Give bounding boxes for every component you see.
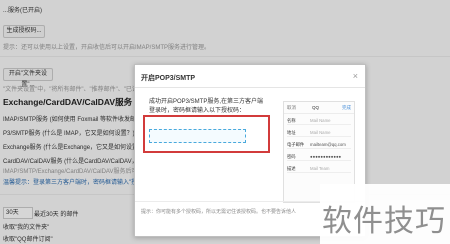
instruction-line-1: 成功开启POP3/SMTP服务,在第三方客户端 (149, 99, 264, 105)
instruction-line-2: 登录时，密码框请输入以下授权码： (149, 108, 246, 114)
mock-cancel: 取消 (287, 105, 296, 110)
mock-value: Mail Team (310, 166, 330, 171)
mock-value: Mail Name (310, 130, 331, 135)
mock-title: QQ (312, 105, 320, 110)
dialog-footer-note: 提示：你可能有多个授权码，所以无需记住该授权码。也不要告诉他人 (141, 209, 297, 215)
close-icon[interactable]: × (353, 71, 358, 81)
watermark-text: 软件技巧 (322, 205, 446, 238)
mock-done: 完成 (342, 105, 351, 110)
mock-value: ●●●●●●●●●●●● (310, 154, 342, 159)
mock-value: Mail Name (310, 118, 331, 123)
mock-value: mailteam@qq.com (310, 142, 346, 147)
dialog-title: 开启POP3/SMTP (141, 75, 196, 82)
auth-code-field[interactable] (149, 129, 246, 143)
